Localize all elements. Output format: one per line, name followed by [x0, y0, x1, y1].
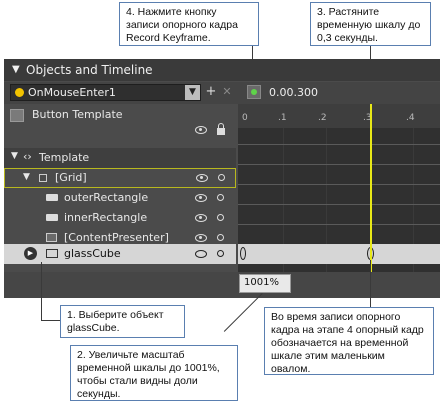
content-presenter-icon — [46, 233, 57, 242]
template-icon: ‹› — [23, 150, 32, 163]
expand-arrow-icon[interactable]: ▼ — [11, 151, 18, 161]
rectangle-icon — [46, 194, 58, 201]
visibility-eye-icon[interactable] — [195, 214, 207, 222]
callout-stretch-timeline: 3. Растяните временную шкалу до 0,3 секу… — [310, 2, 431, 46]
ruler-tick: .4 — [406, 113, 415, 123]
ruler-tick: .1 — [278, 113, 287, 123]
collapse-triangle-icon[interactable]: ▼ — [12, 64, 20, 75]
panel-header[interactable]: ▼ Objects and Timeline — [4, 59, 440, 81]
visibility-eye-icon[interactable] — [195, 194, 207, 202]
connector-line — [223, 293, 263, 332]
storyboard-name: OnMouseEnter1 — [28, 86, 116, 99]
add-storyboard-icon[interactable]: + — [204, 85, 218, 99]
time-ruler[interactable]: 0 .1 .2 .3 .4 — [238, 104, 440, 128]
visibility-eye-icon[interactable] — [195, 126, 207, 134]
panel-title: Objects and Timeline — [26, 63, 153, 77]
connector-line — [370, 260, 371, 308]
timeline-area[interactable]: 0 .1 .2 .3 .4 — [238, 104, 440, 272]
storyboard-dropdown[interactable]: OnMouseEnter1 ▼ — [10, 84, 201, 101]
lock-toggle-icon[interactable] — [217, 194, 224, 201]
tree-item-glasscube[interactable]: ▶ glassCube — [4, 244, 236, 264]
panel-bottom-bar — [4, 272, 440, 298]
scope-up-icon[interactable] — [10, 109, 24, 122]
tree-item-label: [Grid] — [55, 171, 87, 184]
zoom-input[interactable]: 1001% — [239, 274, 291, 293]
tree-item-template[interactable]: ▼ ‹› Template — [4, 148, 236, 168]
playhead[interactable] — [370, 104, 372, 272]
scope-label: Button Template — [32, 108, 123, 121]
callout-keyframe-oval: Во время записи опорного кадра на этапе … — [264, 307, 434, 375]
tree-item-label: Template — [39, 151, 90, 164]
lock-toggle-icon[interactable] — [217, 250, 224, 257]
selected-track[interactable] — [238, 244, 440, 264]
tree-item-inner-rectangle[interactable]: innerRectangle — [4, 208, 236, 228]
visibility-eye-icon[interactable] — [196, 174, 208, 182]
lock-toggle-icon[interactable] — [218, 174, 225, 181]
callout-select-glasscube: 1. Выберите объект glassCube. — [60, 305, 185, 338]
close-storyboard-icon[interactable]: ✕ — [220, 85, 234, 99]
scope-row[interactable]: Button Template — [4, 104, 236, 148]
keyframe-oval-icon[interactable] — [240, 247, 246, 260]
tree-item-label: innerRectangle — [64, 211, 148, 224]
lock-toggle-icon[interactable] — [217, 214, 224, 221]
visibility-eye-icon[interactable] — [195, 234, 207, 242]
rectangle-icon — [46, 214, 58, 221]
time-display: 0.00.300 — [269, 86, 318, 99]
grid-line — [238, 224, 440, 225]
tree-item-label: outerRectangle — [64, 191, 149, 204]
visibility-eye-icon[interactable] — [195, 250, 207, 258]
lock-icon[interactable] — [217, 123, 225, 135]
tree-item-grid[interactable]: ▼ [Grid] — [4, 168, 236, 188]
grid-line — [238, 144, 440, 145]
tree-item-label: [ContentPresenter] — [64, 231, 169, 244]
chevron-down-icon[interactable]: ▼ — [185, 85, 200, 100]
connector-line — [41, 320, 61, 321]
expand-arrow-icon[interactable]: ▼ — [23, 172, 30, 182]
grid-line — [238, 184, 440, 185]
tree-item-label: glassCube — [64, 247, 121, 260]
grid-line — [238, 204, 440, 205]
play-icon[interactable]: ▶ — [24, 247, 37, 260]
ruler-tick: .2 — [318, 113, 327, 123]
grid-line — [238, 164, 440, 165]
storyboard-toolbar: OnMouseEnter1 ▼ + ✕ 0.00.300 — [4, 82, 440, 104]
storyboard-status-icon — [15, 88, 24, 97]
lock-toggle-icon[interactable] — [217, 234, 224, 241]
ruler-tick: 0 — [242, 113, 248, 123]
callout-record-keyframe: 4. Нажмите кнопку записи опорного кадра … — [119, 2, 259, 46]
callout-zoom-timeline: 2. Увеличьте масштаб временной шкалы до … — [70, 345, 238, 401]
grid-icon — [39, 174, 47, 182]
timeline-grid — [238, 128, 440, 272]
object-tree: Button Template ▼ ‹› Template ▼ [Grid] o… — [4, 104, 236, 272]
connector-line — [41, 262, 42, 321]
rectangle-icon — [46, 249, 58, 258]
tree-item-outer-rectangle[interactable]: outerRectangle — [4, 188, 236, 208]
record-keyframe-button[interactable] — [247, 85, 261, 99]
